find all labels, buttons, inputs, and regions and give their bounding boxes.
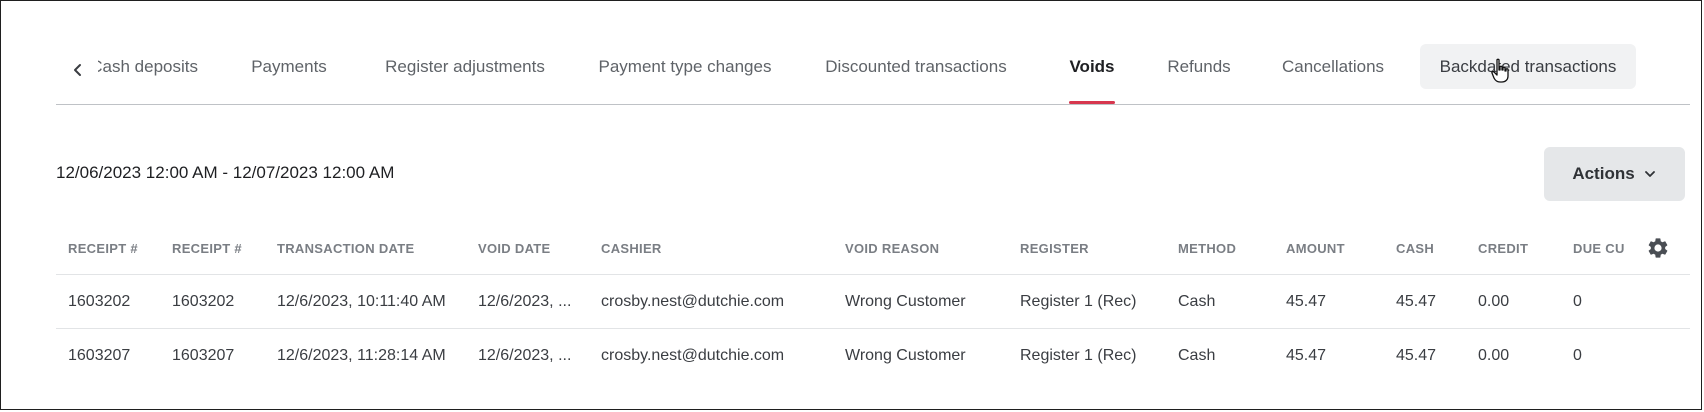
column-header-method[interactable]: METHOD: [1178, 222, 1236, 274]
tab-cash-deposits[interactable]: Cash deposits: [98, 44, 198, 89]
tab-backdated-transactions[interactable]: Backdated transactions: [1420, 44, 1636, 89]
voids-table: RECEIPT # RECEIPT # TRANSACTION DATE VOI…: [56, 222, 1690, 382]
cell-void-date: 12/6/2023, ...: [478, 346, 572, 364]
column-header-receipt[interactable]: RECEIPT #: [68, 222, 138, 274]
cell-transaction-date: 12/6/2023, 11:28:14 AM: [277, 346, 446, 364]
hand-pointer-icon: [1491, 58, 1509, 83]
tab-scroll-right-button[interactable]: [1696, 58, 1704, 82]
column-header-register[interactable]: REGISTER: [1020, 222, 1089, 274]
tab-payments[interactable]: Payments: [240, 44, 338, 89]
date-range: 12/06/2023 12:00 AM - 12/07/2023 12:00 A…: [56, 163, 395, 182]
column-header-cash[interactable]: CASH: [1396, 222, 1434, 274]
cell-cash: 45.47: [1396, 292, 1437, 310]
cell-amount: 45.47: [1286, 346, 1327, 364]
table-row[interactable]: 1603202 1603202 12/6/2023, 10:11:40 AM 1…: [56, 275, 1690, 329]
cell-cashier: crosby.nest@dutchie.com: [601, 292, 785, 310]
column-header-cashier[interactable]: CASHIER: [601, 222, 662, 274]
cell-due-customer: 0: [1573, 346, 1582, 364]
tab-discounted-transactions[interactable]: Discounted transactions: [818, 44, 1014, 89]
gear-icon[interactable]: [1646, 236, 1670, 260]
table-header: RECEIPT # RECEIPT # TRANSACTION DATE VOI…: [56, 222, 1690, 275]
tab-scroll-left-button[interactable]: [66, 58, 90, 82]
cell-cashier: crosby.nest@dutchie.com: [601, 346, 785, 364]
tab-voids[interactable]: Voids: [1069, 44, 1115, 104]
cell-receipt: 1603202: [68, 292, 131, 310]
chevron-left-icon: [74, 64, 81, 76]
tab-refunds[interactable]: Refunds: [1160, 44, 1238, 89]
cell-receipt-2: 1603202: [172, 292, 235, 310]
column-header-receipt-2[interactable]: RECEIPT #: [172, 222, 242, 274]
cell-due-customer: 0: [1573, 292, 1582, 310]
cell-void-reason: Wrong Customer: [845, 292, 966, 310]
cell-register: Register 1 (Rec): [1020, 292, 1137, 310]
column-header-credit[interactable]: CREDIT: [1478, 222, 1528, 274]
cell-method: Cash: [1178, 346, 1216, 364]
cell-void-reason: Wrong Customer: [845, 346, 966, 364]
column-header-void-reason[interactable]: VOID REASON: [845, 222, 939, 274]
column-header-void-date[interactable]: VOID DATE: [478, 222, 551, 274]
cell-cash: 45.47: [1396, 346, 1437, 364]
cell-amount: 45.47: [1286, 292, 1327, 310]
column-header-transaction-date[interactable]: TRANSACTION DATE: [277, 222, 414, 274]
tab-register-adjustments[interactable]: Register adjustments: [378, 44, 552, 89]
cell-transaction-date: 12/6/2023, 10:11:40 AM: [277, 292, 446, 310]
cell-void-date: 12/6/2023, ...: [478, 292, 572, 310]
tab-payment-type-changes[interactable]: Payment type changes: [594, 44, 776, 89]
cell-credit: 0.00: [1478, 292, 1510, 310]
column-header-due-customer[interactable]: DUE CU: [1573, 222, 1633, 274]
chevron-down-icon: [1644, 171, 1655, 177]
cell-receipt: 1603207: [68, 346, 131, 364]
cell-register: Register 1 (Rec): [1020, 346, 1137, 364]
cell-method: Cash: [1178, 292, 1216, 310]
report-tabs: Cash deposits Payments Register adjustme…: [56, 44, 1690, 105]
tab-cancellations[interactable]: Cancellations: [1273, 44, 1393, 89]
column-header-amount[interactable]: AMOUNT: [1286, 222, 1345, 274]
actions-button[interactable]: Actions: [1544, 147, 1685, 201]
cell-credit: 0.00: [1478, 346, 1510, 364]
cell-receipt-2: 1603207: [172, 346, 235, 364]
table-row[interactable]: 1603207 1603207 12/6/2023, 11:28:14 AM 1…: [56, 329, 1690, 382]
